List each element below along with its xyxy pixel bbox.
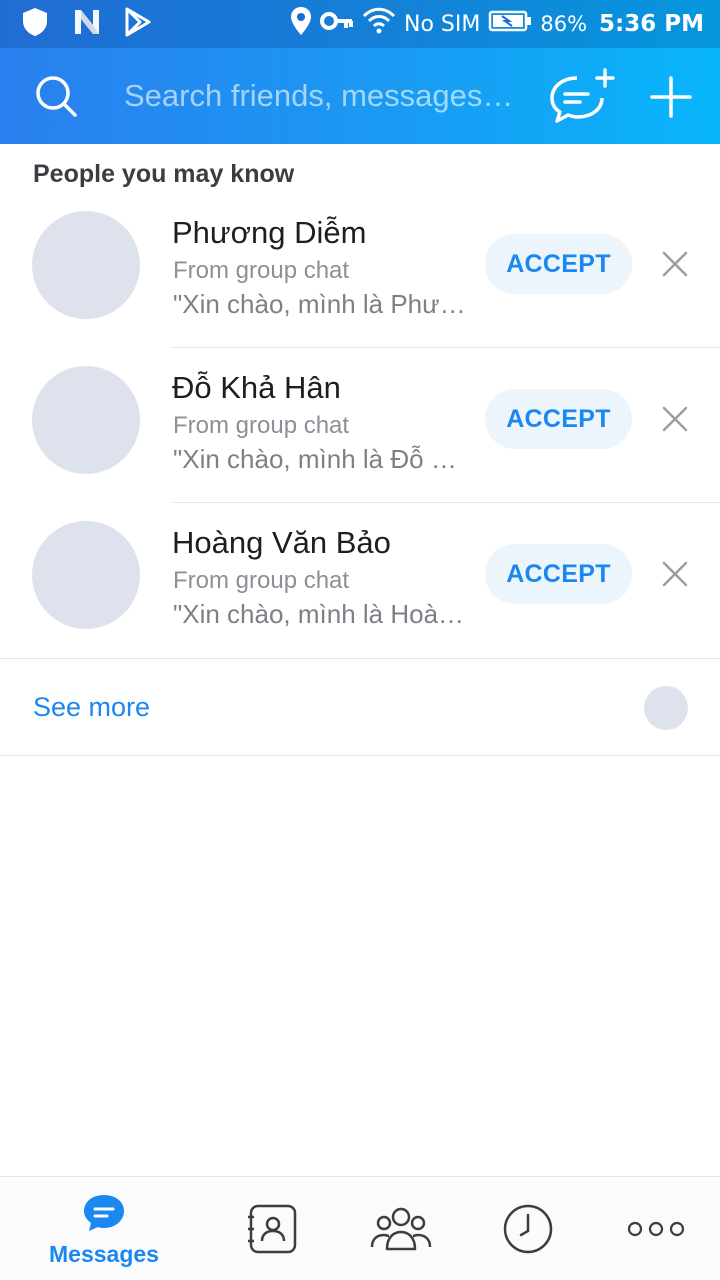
contacts-icon	[246, 1203, 298, 1255]
tab-contacts[interactable]	[246, 1177, 298, 1280]
play-store-icon	[124, 7, 152, 41]
contact-source: From group chat	[173, 257, 350, 284]
new-chat-icon[interactable]	[546, 68, 616, 124]
avatar	[644, 686, 688, 730]
section-title-people-you-may-know: People you may know	[33, 160, 295, 188]
search-input[interactable]	[124, 74, 519, 118]
contact-name: Đỗ Khả Hân	[172, 370, 341, 405]
plus-icon[interactable]	[648, 74, 694, 120]
battery-percent: 86%	[540, 12, 588, 36]
location-icon	[290, 6, 312, 42]
tab-timeline[interactable]	[502, 1177, 554, 1280]
shield-icon	[20, 6, 50, 42]
tab-messages[interactable]: Messages	[34, 1177, 174, 1280]
bottom-navigation: Messages	[0, 1176, 720, 1280]
close-icon[interactable]	[660, 249, 690, 279]
tab-label: Messages	[49, 1241, 159, 1267]
contact-name: Hoàng Văn Bảo	[172, 525, 391, 560]
accept-button[interactable]: ACCEPT	[485, 544, 632, 604]
see-more-link[interactable]: See more	[33, 692, 150, 723]
accept-button[interactable]: ACCEPT	[485, 234, 632, 294]
clock-icon	[502, 1203, 554, 1255]
tab-more[interactable]	[626, 1177, 686, 1280]
close-icon[interactable]	[660, 404, 690, 434]
contact-name: Phương Diễm	[172, 215, 367, 250]
sim-status-text: No SIM	[403, 11, 481, 37]
group-icon	[370, 1205, 432, 1253]
clock-time: 5:36 PM	[599, 11, 704, 37]
contact-source: From group chat	[173, 567, 350, 594]
status-bar: No SIM 86% 5:36 PM	[0, 0, 720, 48]
suggestion-row[interactable]: Đỗ Khả Hân From group chat "Xin chào, mì…	[0, 348, 720, 503]
suggestion-row[interactable]: Hoàng Văn Bảo From group chat "Xin chào,…	[0, 503, 720, 658]
suggestion-row[interactable]: Phương Diễm From group chat "Xin chào, m…	[0, 193, 720, 348]
section-divider	[0, 755, 720, 756]
section-divider	[0, 658, 720, 659]
avatar[interactable]	[32, 211, 140, 319]
n-logo-icon	[72, 8, 102, 40]
search-header	[0, 48, 720, 144]
battery-icon	[488, 9, 532, 39]
more-icon	[626, 1217, 686, 1241]
intro-message: "Xin chào, mình là Hoàng Văn Bảo"	[173, 599, 473, 629]
search-icon[interactable]	[34, 74, 78, 118]
app-top-bar: No SIM 86% 5:36 PM	[0, 0, 720, 144]
intro-message: "Xin chào, mình là Đỗ Khả Hân"	[173, 444, 473, 474]
close-icon[interactable]	[660, 559, 690, 589]
vpn-key-icon	[319, 10, 354, 38]
intro-message: "Xin chào, mình là Phương Diễm"	[173, 289, 473, 319]
contact-source: From group chat	[173, 412, 350, 439]
wifi-icon	[362, 6, 396, 42]
accept-button[interactable]: ACCEPT	[485, 389, 632, 449]
chat-bubble-icon	[82, 1193, 126, 1233]
avatar[interactable]	[32, 366, 140, 474]
avatar[interactable]	[32, 521, 140, 629]
tab-groups[interactable]	[370, 1177, 432, 1280]
